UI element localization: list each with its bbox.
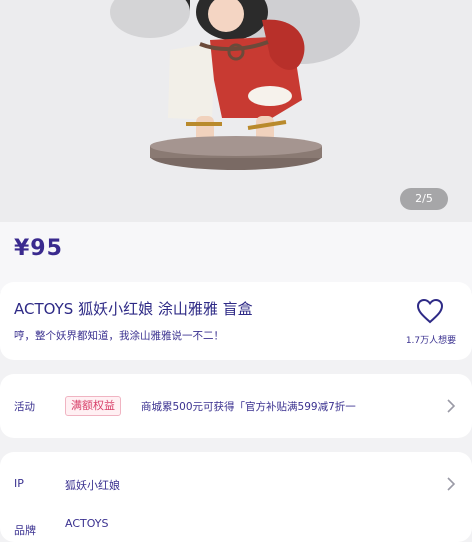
chevron-right-icon	[447, 477, 456, 491]
brand-label: 品牌	[14, 524, 36, 537]
ip-label: IP	[14, 477, 24, 490]
ip-value[interactable]: 狐妖小红娘	[65, 477, 120, 493]
product-figure-image	[110, 0, 360, 170]
activity-label: 活动	[14, 401, 35, 413]
activity-badge: 满额权益	[65, 396, 121, 416]
heart-icon[interactable]	[416, 298, 444, 324]
price: ¥95	[14, 236, 63, 261]
product-subtitle: 哼，整个妖界都知道，我涂山雅雅说一不二！	[14, 330, 224, 342]
favorite-count: 1.7万人想要	[405, 336, 457, 346]
product-title: ACTOYS 狐妖小红娘 涂山雅雅 盲盒	[14, 300, 253, 318]
product-info-card	[0, 282, 472, 360]
chevron-right-icon	[447, 399, 456, 413]
product-image-gallery[interactable]: 2/5	[0, 0, 472, 222]
activity-text: 商城累500元可获得「官方补贴满599减7折一	[141, 401, 356, 413]
brand-value[interactable]: ACTOYS	[65, 517, 109, 530]
gallery-page-indicator: 2/5	[400, 188, 448, 210]
